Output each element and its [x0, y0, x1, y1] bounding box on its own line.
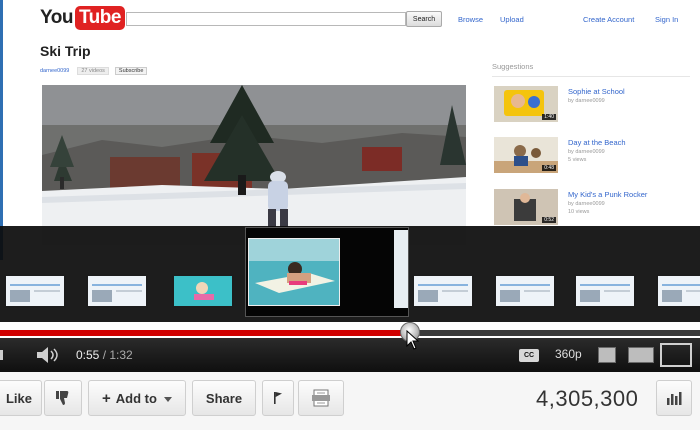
fullscreen-button[interactable] [660, 343, 692, 367]
suggestion-item[interactable]: 1:40 Sophie at School by darnee0099 [494, 86, 694, 126]
duration-time: 1:32 [109, 348, 133, 362]
storyboard-frame[interactable] [574, 274, 636, 308]
action-bar: Like + Add to Share 4,305,300 [0, 372, 700, 430]
duration-badge: 0:52 [542, 217, 556, 223]
suggestion-views: 5 views [568, 157, 587, 163]
window-edge [0, 0, 3, 260]
view-count: 4,305,300 [536, 386, 639, 411]
progress-fill [0, 330, 410, 336]
search-input[interactable] [126, 12, 406, 26]
storyboard-frame[interactable] [86, 274, 148, 308]
suggestion-author: by darnee0099 [568, 149, 605, 155]
channel-link[interactable]: darnee0099 [40, 68, 69, 74]
large-player-button[interactable] [628, 347, 654, 363]
suggestions-heading: Suggestions [492, 62, 534, 71]
upload-link[interactable]: Upload [500, 15, 524, 24]
create-account-link[interactable]: Create Account [583, 15, 634, 24]
stats-button[interactable] [656, 380, 692, 416]
logo-you-text: You [40, 7, 73, 28]
flag-button[interactable] [262, 380, 294, 416]
video-count-badge: 27 videos [77, 67, 109, 75]
bar-chart-icon [667, 392, 682, 405]
screen: You Tube Search Browse Upload Create Acc… [0, 0, 700, 430]
suggestion-item[interactable]: 0:48 Day at the Beach by darnee0099 5 vi… [494, 137, 694, 177]
like-button[interactable]: Like [0, 380, 42, 416]
add-to-label: Add to [115, 390, 157, 406]
sign-in-link[interactable]: Sign In [655, 15, 678, 24]
storyboard-frame[interactable] [494, 274, 556, 308]
progress-bar[interactable] [0, 330, 700, 336]
storyboard-frame[interactable] [656, 274, 700, 308]
suggestion-thumbnail[interactable]: 0:48 [494, 137, 558, 173]
preview-image [248, 238, 340, 306]
small-player-button[interactable] [598, 347, 616, 363]
duration-badge: 0:48 [542, 165, 556, 171]
suggestion-title[interactable]: My Kid's a Punk Rocker [568, 190, 647, 199]
frame-image [174, 276, 232, 306]
youtube-logo[interactable]: You Tube [40, 6, 125, 30]
add-to-button[interactable]: + Add to [88, 380, 186, 416]
suggestion-thumbnail[interactable]: 1:40 [494, 86, 558, 122]
player-controls: 0:55 / 1:32 CC 360p [0, 338, 700, 372]
captions-button[interactable]: CC [519, 349, 539, 362]
thumbs-down-icon [56, 391, 69, 405]
preview-next-frame [394, 230, 408, 308]
transcript-icon [312, 389, 330, 407]
preview-scene [249, 239, 339, 305]
logo-tube-text: Tube [74, 6, 125, 30]
video-meta: darnee0099 27 videos Subscribe [40, 66, 148, 76]
like-label: Like [5, 390, 32, 406]
search-button[interactable]: Search [406, 11, 442, 27]
site-header: You Tube Search Browse Upload Create Acc… [40, 4, 690, 34]
volume-icon[interactable] [36, 347, 62, 363]
video-title: Ski Trip [40, 43, 91, 59]
suggestion-title[interactable]: Sophie at School [568, 87, 625, 96]
time-separator: / [99, 348, 110, 362]
time-display: 0:55 / 1:32 [76, 348, 133, 362]
suggestion-item[interactable]: 0:52 My Kid's a Punk Rocker by darnee009… [494, 189, 694, 229]
suggestion-author: by darnee0099 [568, 201, 605, 207]
chevron-down-icon [163, 396, 172, 402]
storyboard-frame[interactable] [4, 274, 66, 308]
transcript-button[interactable] [298, 380, 344, 416]
dislike-button[interactable] [44, 380, 82, 416]
share-button[interactable]: Share [192, 380, 256, 416]
flag-icon [274, 392, 282, 404]
share-label: Share [205, 390, 243, 406]
video-frame[interactable] [42, 85, 466, 245]
mouse-cursor-icon [406, 330, 420, 350]
storyboard-frame[interactable] [412, 274, 474, 308]
subscribe-button[interactable]: Subscribe [114, 67, 148, 75]
quality-button[interactable]: 360p [555, 347, 582, 361]
play-icon[interactable] [0, 350, 6, 360]
plus-icon: + [102, 389, 111, 407]
hover-preview [245, 227, 409, 317]
suggestion-title[interactable]: Day at the Beach [568, 138, 626, 147]
duration-badge: 1:40 [542, 114, 556, 120]
suggestion-author: by darnee0099 [568, 98, 605, 104]
storyboard-frame[interactable] [172, 274, 234, 308]
browse-link[interactable]: Browse [458, 15, 483, 24]
suggestion-views: 10 views [568, 209, 590, 215]
video-scene [42, 85, 466, 245]
divider [492, 76, 690, 77]
suggestion-thumbnail[interactable]: 0:52 [494, 189, 558, 225]
current-time: 0:55 [76, 348, 100, 362]
